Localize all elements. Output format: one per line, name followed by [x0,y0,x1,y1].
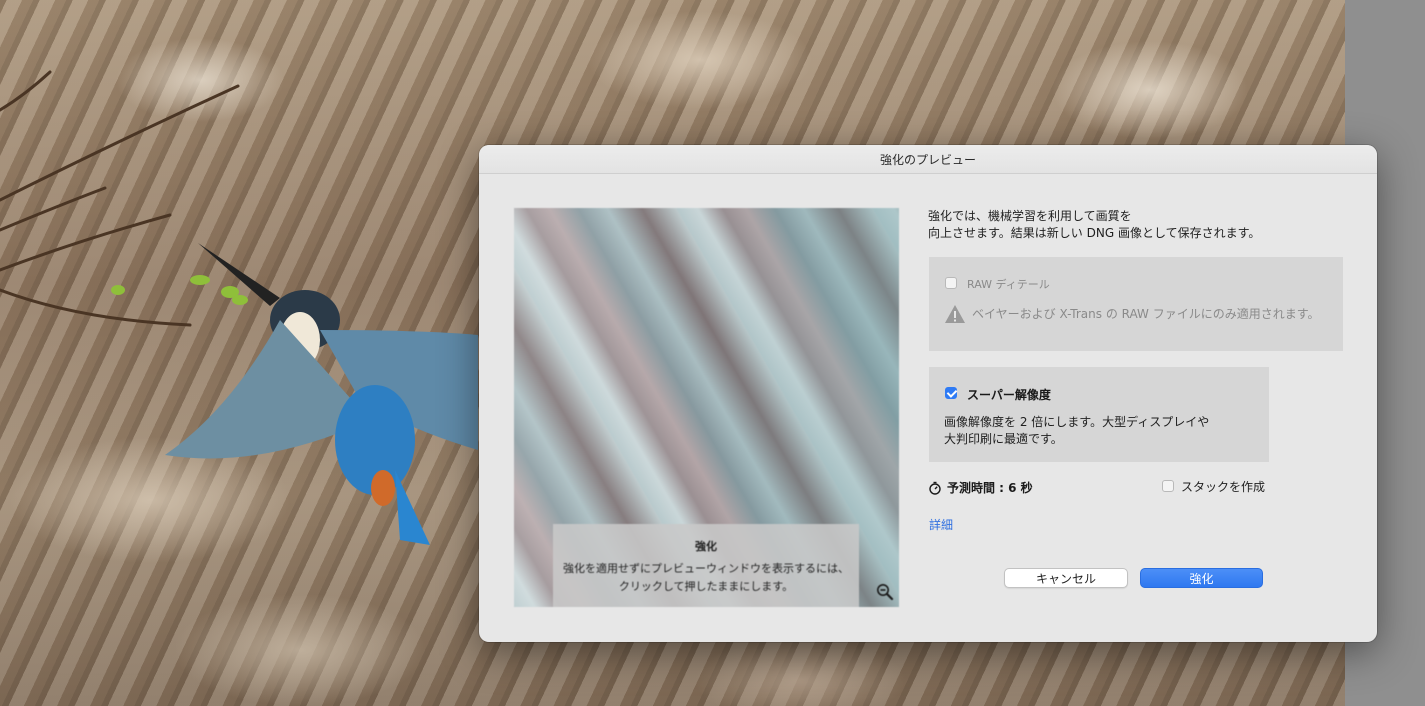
raw-detail-panel: RAW ディテール ベイヤーおよび X-Trans の RAW ファイルにのみ適… [929,257,1343,351]
raw-detail-warning: ベイヤーおよび X-Trans の RAW ファイルにのみ適用されます。 [972,307,1320,321]
timer-icon [929,481,941,495]
zoom-out-icon[interactable] [876,583,894,601]
enhance-preview-dialog: 強化のプレビュー 強化 強化を適用せずにプレビューウィンドウを表示するには、 ク… [479,145,1377,642]
super-resolution-checkbox[interactable] [945,387,957,399]
details-link[interactable]: 詳細 [929,516,953,533]
create-stack-label[interactable]: スタックを作成 [1181,478,1265,495]
tooltip-line-2: クリックして押したままにします。 [618,580,794,593]
dialog-title: 強化のプレビュー [479,145,1377,174]
description-line-2: 向上させます。結果は新しい DNG 画像として保存されます。 [928,226,1261,240]
super-resolution-desc-line-1: 画像解像度を 2 倍にします。大型ディスプレイや [944,415,1210,429]
warning-icon [945,305,965,323]
cancel-button[interactable]: キャンセル [1004,568,1128,588]
enhance-preview-image[interactable]: 強化 強化を適用せずにプレビューウィンドウを表示するには、 クリックして押したま… [514,208,899,607]
tooltip-line-1: 強化を適用せずにプレビューウィンドウを表示するには、 [563,562,849,575]
super-resolution-description: 画像解像度を 2 倍にします。大型ディスプレイや 大判印刷に最適です。 [944,414,1264,448]
raw-detail-label: RAW ディテール [967,278,1050,291]
estimated-time: 予測時間 : 6 秒 [947,481,1033,495]
super-resolution-label[interactable]: スーパー解像度 [967,386,1051,403]
preview-tooltip: 強化 強化を適用せずにプレビューウィンドウを表示するには、 クリックして押したま… [553,524,859,607]
enhance-button[interactable]: 強化 [1140,568,1263,588]
super-resolution-desc-line-2: 大判印刷に最適です。 [944,432,1063,446]
tooltip-title: 強化 [695,540,717,553]
description-line-1: 強化では、機械学習を利用して画質を [928,209,1132,223]
create-stack-checkbox[interactable] [1162,480,1174,492]
tooltip-body: 強化を適用せずにプレビューウィンドウを表示するには、 クリックして押したままにし… [553,560,859,596]
enhance-description: 強化では、機械学習を利用して画質を 向上させます。結果は新しい DNG 画像とし… [928,208,1348,242]
raw-detail-checkbox[interactable] [945,277,957,289]
super-resolution-panel: スーパー解像度 画像解像度を 2 倍にします。大型ディスプレイや 大判印刷に最適… [929,367,1269,462]
